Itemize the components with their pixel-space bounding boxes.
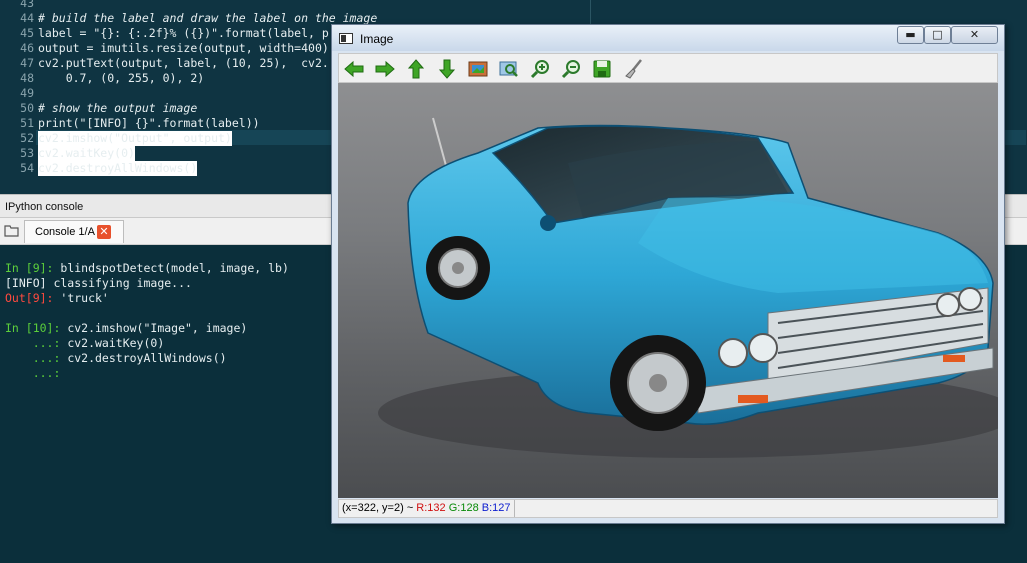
green-value: G:128	[448, 502, 479, 514]
console-text: cv2.imshow("Image", image)	[67, 321, 248, 335]
output-prompt: Out[9]:	[5, 291, 61, 305]
console-text: [INFO] classifying image...	[5, 276, 192, 290]
line-number: 43	[20, 0, 34, 10]
line-number: 50	[20, 101, 34, 115]
console-line: Out[9]: 'truck'	[5, 291, 109, 306]
console-text: cv2.destroyAllWindows()	[67, 351, 227, 365]
zoom-out-icon[interactable]	[560, 58, 582, 80]
minimize-button[interactable]: ▬	[897, 26, 924, 44]
line-number: 52	[20, 131, 34, 145]
pan-left-icon[interactable]	[343, 58, 365, 80]
pan-down-icon[interactable]	[436, 58, 458, 80]
console-line: ...: cv2.waitKey(0)	[5, 336, 165, 351]
image-window[interactable]: Image ▬ □ ✕ (x=322, y=2) ~ R:132 G:128 B…	[331, 24, 1005, 524]
cursor-coords: (x=322, y=2) ~	[342, 502, 417, 514]
code-text: output = imutils.resize(output, width=40…	[38, 41, 329, 55]
console-line: In [9]: blindspotDetect(model, image, lb…	[5, 261, 289, 276]
console-text: blindspotDetect(model, image, lb)	[60, 261, 289, 275]
zoom-original-icon[interactable]	[467, 58, 489, 80]
continuation-prompt: ...:	[5, 336, 68, 350]
window-icon	[339, 33, 353, 44]
red-value: R:132	[416, 502, 446, 514]
code-text: 0.7, (0, 255, 0), 2)	[38, 71, 205, 85]
window-title: Image	[360, 32, 394, 46]
code-selected: cv2.waitKey(0)	[38, 146, 135, 161]
line-number: 54	[20, 161, 34, 175]
console-line: In [10]: cv2.imshow("Image", image)	[5, 321, 247, 336]
line-number: 44	[20, 11, 34, 25]
line-number: 49	[20, 86, 34, 100]
line-number: 46	[20, 41, 34, 55]
input-prompt: In [10]:	[5, 321, 68, 335]
image-toolbar	[338, 53, 998, 83]
line-number: 45	[20, 26, 34, 40]
window-titlebar[interactable]: Image ▬ □ ✕	[332, 25, 1004, 51]
line-number: 47	[20, 56, 34, 70]
code-selected: cv2.imshow("Output", output)	[38, 131, 232, 146]
console-text: cv2.waitKey(0)	[67, 336, 165, 350]
line-number: 48	[20, 71, 34, 85]
line-number: 53	[20, 146, 34, 160]
console-text: 'truck'	[60, 291, 109, 305]
tab-label: Console 1/A	[35, 226, 95, 238]
car-photo	[378, 117, 998, 458]
zoom-in-icon[interactable]	[529, 58, 551, 80]
pan-up-icon[interactable]	[405, 58, 427, 80]
folder-icon[interactable]	[4, 223, 20, 239]
zoom-fit-icon[interactable]	[498, 58, 520, 80]
continuation-prompt: ...:	[5, 351, 68, 365]
status-bar: (x=322, y=2) ~ R:132 G:128 B:127	[338, 499, 998, 518]
console-line: [INFO] classifying image...	[5, 276, 192, 291]
code-text: label = "{}: {:.2f}% ({})".format(label,…	[38, 26, 329, 40]
code-comment: # show the output image	[38, 101, 198, 115]
image-canvas[interactable]	[338, 83, 998, 498]
tab-console-1a[interactable]: Console 1/A ✕	[24, 220, 124, 243]
pixel-readout: (x=322, y=2) ~ R:132 G:128 B:127	[342, 500, 515, 517]
code-comment: # build the label and draw the label on …	[38, 11, 378, 25]
continuation-prompt: ...:	[5, 366, 61, 380]
input-prompt: In [9]:	[5, 261, 61, 275]
close-icon[interactable]: ✕	[97, 225, 111, 239]
close-button[interactable]: ✕	[951, 26, 998, 44]
console-line: ...:	[5, 366, 61, 381]
code-text: print("[INFO] {}".format(label))	[38, 116, 260, 130]
maximize-button[interactable]: □	[924, 26, 951, 44]
line-number: 51	[20, 116, 34, 130]
pan-right-icon[interactable]	[374, 58, 396, 80]
properties-brush-icon[interactable]	[622, 58, 644, 80]
console-line: ...: cv2.destroyAllWindows()	[5, 351, 227, 366]
save-icon[interactable]	[591, 58, 613, 80]
blue-value: B:127	[481, 502, 511, 514]
code-selected: cv2.destroyAllWindows()	[38, 161, 198, 176]
code-text: cv2.putText(output, label, (10, 25), cv2…	[38, 56, 329, 70]
